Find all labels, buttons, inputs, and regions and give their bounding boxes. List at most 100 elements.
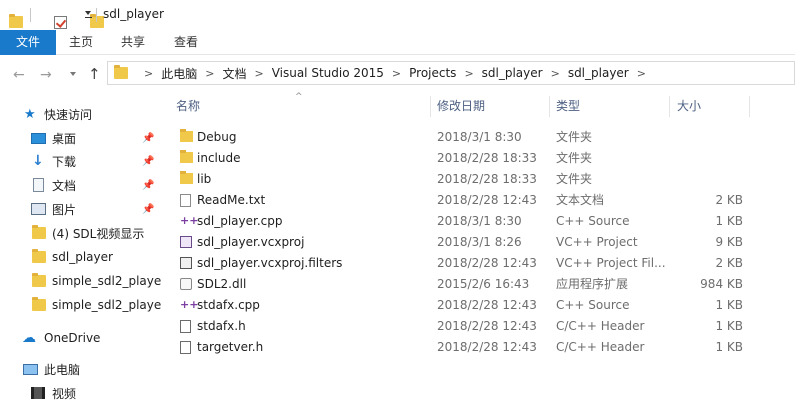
sidebar-item-label: 此电脑 [44, 362, 81, 377]
new-folder-icon[interactable] [90, 14, 104, 28]
column-header-date[interactable]: 修改日期 [437, 93, 485, 120]
breadcrumb-separator[interactable]: > [637, 67, 646, 80]
breadcrumb-documents[interactable]: 文档 [222, 65, 246, 82]
breadcrumb-separator[interactable]: > [144, 67, 153, 80]
column-header-type[interactable]: 类型 [556, 93, 580, 120]
file-date: 2018/2/28 18:33 [437, 151, 537, 165]
breadcrumb-separator[interactable]: > [205, 67, 214, 80]
title-bar: sdl_player [0, 0, 795, 30]
file-date: 2018/2/28 12:43 [437, 298, 537, 312]
column-header-name[interactable]: 名称 [176, 93, 200, 120]
breadcrumb-projects[interactable]: Projects [409, 66, 456, 80]
file-row[interactable]: SDL2.dll 2015/2/6 16:43 应用程序扩展 984 KB [163, 274, 795, 295]
sidebar-item-label: simple_sdl2_playe [52, 274, 162, 288]
column-divider[interactable] [549, 96, 550, 117]
sidebar-item-label: (4) SDL视频显示 [52, 226, 145, 241]
sidebar-item-desktop[interactable]: 桌面 📌 [0, 127, 163, 149]
file-date: 2015/2/6 16:43 [437, 277, 530, 291]
file-name: targetver.h [197, 340, 264, 354]
file-type: C/C++ Header [556, 319, 645, 333]
sidebar-item-this-pc[interactable]: 此电脑 [0, 358, 163, 380]
file-date: 2018/3/1 8:30 [437, 214, 522, 228]
header-file-icon [180, 320, 191, 333]
up-arrow-icon[interactable]: ↑ [88, 65, 101, 83]
documents-icon [33, 178, 44, 192]
folder-icon [32, 249, 46, 263]
file-row[interactable]: lib 2018/2/28 18:33 文件夹 [163, 169, 795, 190]
sidebar-item-recent-4[interactable]: simple_sdl2_playe [0, 294, 163, 316]
breadcrumb-sdl-player-current[interactable]: sdl_player [568, 66, 629, 80]
column-header-size[interactable]: 大小 [677, 93, 701, 120]
sidebar-item-recent-1[interactable]: (4) SDL视频显示 [0, 222, 163, 244]
address-bar[interactable]: > 此电脑 > 文档 > Visual Studio 2015 > Projec… [107, 61, 795, 85]
sidebar-item-label: sdl_player [52, 250, 113, 264]
folder-icon [32, 297, 46, 311]
breadcrumb-sdl-player[interactable]: sdl_player [482, 66, 543, 80]
column-divider[interactable] [430, 96, 431, 117]
file-row[interactable]: sdl_player.vcxproj 2018/3/1 8:26 VC++ Pr… [163, 232, 795, 253]
column-divider[interactable] [669, 96, 670, 117]
chevron-down-icon[interactable] [85, 11, 91, 15]
file-size: 1 KB [715, 298, 743, 312]
sidebar-item-recent-2[interactable]: sdl_player [0, 246, 163, 268]
file-row[interactable]: ++ sdl_player.cpp 2018/3/1 8:30 C++ Sour… [163, 211, 795, 232]
breadcrumb-this-pc[interactable]: 此电脑 [161, 65, 197, 82]
tab-share[interactable]: 共享 [112, 30, 154, 55]
file-name: stdafx.h [197, 319, 246, 333]
tab-file[interactable]: 文件 [0, 30, 56, 55]
text-file-icon [180, 194, 191, 207]
breadcrumb-separator[interactable]: > [254, 67, 263, 80]
file-type: 文本文档 [556, 193, 605, 207]
file-row[interactable]: stdafx.h 2018/2/28 12:43 C/C++ Header 1 … [163, 316, 795, 337]
back-arrow-icon[interactable]: ← [13, 67, 25, 83]
properties-icon[interactable] [54, 15, 67, 29]
sidebar-item-downloads[interactable]: ↓ 下载 📌 [0, 150, 163, 172]
divider [30, 8, 31, 22]
file-date: 2018/2/28 12:43 [437, 256, 537, 270]
sidebar-item-label: 快速访问 [44, 107, 93, 122]
sidebar-item-label: 文档 [52, 178, 77, 193]
customize-toolbar-icon[interactable] [85, 17, 92, 18]
sidebar-item-onedrive[interactable]: ☁ OneDrive [0, 327, 163, 349]
file-row[interactable]: Debug 2018/3/1 8:30 文件夹 [163, 127, 795, 148]
sort-ascending-icon: ^ [295, 92, 303, 102]
file-name: Debug [197, 130, 237, 144]
column-divider[interactable] [749, 96, 750, 117]
sidebar-item-documents[interactable]: 文档 📌 [0, 174, 163, 196]
pin-icon[interactable]: 📌 [142, 156, 154, 167]
file-type: VC++ Project [556, 235, 638, 249]
breadcrumb-visual-studio[interactable]: Visual Studio 2015 [272, 66, 384, 80]
folder-icon [114, 65, 128, 79]
file-row[interactable]: sdl_player.vcxproj.filters 2018/2/28 12:… [163, 253, 795, 274]
file-row[interactable]: include 2018/2/28 18:33 文件夹 [163, 148, 795, 169]
forward-arrow-icon[interactable]: → [40, 67, 52, 83]
file-type: C/C++ Header [556, 340, 645, 354]
breadcrumb-separator[interactable]: > [464, 67, 473, 80]
file-type: C++ Source [556, 298, 630, 312]
pin-icon[interactable]: 📌 [142, 133, 154, 144]
sidebar-item-pictures[interactable]: 图片 📌 [0, 198, 163, 220]
breadcrumb-separator[interactable]: > [551, 67, 560, 80]
breadcrumb-separator[interactable]: > [392, 67, 401, 80]
file-row[interactable]: ReadMe.txt 2018/2/28 12:43 文本文档 2 KB [163, 190, 795, 211]
sidebar-item-label: 视频 [52, 386, 77, 401]
pin-icon[interactable]: 📌 [142, 180, 154, 191]
sidebar-item-videos[interactable]: 视频 [0, 382, 163, 404]
folder-icon [180, 129, 193, 142]
sidebar-item-label: 图片 [52, 202, 77, 217]
file-size: 1 KB [715, 214, 743, 228]
file-name: sdl_player.vcxproj.filters [197, 256, 343, 270]
chevron-down-icon[interactable] [70, 72, 76, 76]
folder-icon [32, 273, 46, 287]
sidebar-item-recent-3[interactable]: simple_sdl2_playe [0, 270, 163, 292]
tab-home[interactable]: 主页 [60, 30, 102, 55]
file-type: C++ Source [556, 214, 630, 228]
file-row[interactable]: ++ stdafx.cpp 2018/2/28 12:43 C++ Source… [163, 295, 795, 316]
pin-icon[interactable]: 📌 [142, 204, 154, 215]
navigation-bar: ← → ↑ > 此电脑 > 文档 > Visual Studio 2015 > … [0, 55, 795, 93]
sidebar-item-quick-access[interactable]: ★ 快速访问 [0, 103, 163, 125]
tab-view[interactable]: 查看 [165, 30, 207, 55]
file-row[interactable]: targetver.h 2018/2/28 12:43 C/C++ Header… [163, 337, 795, 358]
file-size [671, 148, 743, 169]
desktop-icon [31, 132, 46, 144]
